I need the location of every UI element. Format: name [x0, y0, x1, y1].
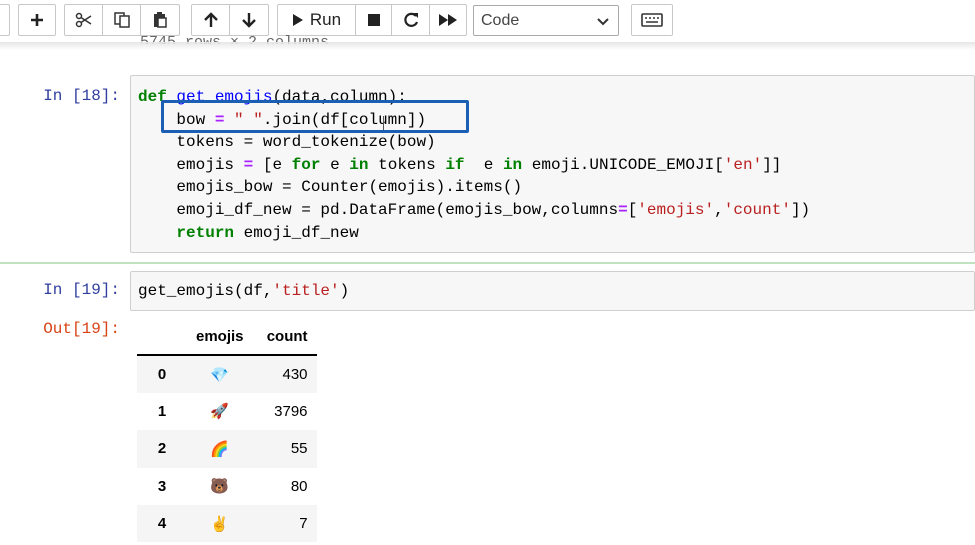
count-cell: 430: [282, 366, 308, 384]
input-prompt-18: In [18]:: [43, 87, 120, 105]
code-token: in: [349, 155, 369, 174]
count-cell: 3796: [274, 402, 308, 420]
table-header-row: emojis count: [137, 318, 317, 357]
play-icon: [292, 14, 303, 26]
code-token: 'count': [723, 200, 791, 219]
text-cursor: [383, 116, 384, 130]
code-token: (df,: [234, 282, 273, 300]
code-token: 'emojis': [637, 200, 715, 219]
row-index: 1: [157, 402, 167, 420]
code-token: emoji_df_new = pd.DataFrame(emojis_bow,c…: [176, 200, 619, 219]
edit-button-group: [64, 4, 180, 36]
cell-type-value: Code: [481, 11, 520, 29]
code-token: =: [618, 200, 628, 219]
toolbar-left-stub[interactable]: [0, 4, 10, 36]
command-palette-button[interactable]: [631, 4, 673, 36]
code-line: tokens = word_tokenize(bow): [176, 133, 436, 152]
move-button-group: [191, 4, 269, 36]
column-header: emojis: [187, 318, 253, 357]
arrow-down-icon: [242, 13, 256, 28]
code-token: if: [445, 155, 465, 174]
toolbar-shadow: [0, 42, 975, 50]
column-header: [137, 318, 187, 357]
code-token: [e: [262, 155, 283, 174]
table-row: 1 🚀 3796: [137, 393, 317, 430]
row-index: 4: [157, 515, 167, 533]
output-prompt-19: Out[19]:: [43, 320, 120, 338]
row-index: 3: [157, 477, 167, 495]
paste-icon: [154, 12, 167, 28]
cut-button[interactable]: [65, 5, 103, 35]
table-row: 0 💎 430: [137, 355, 317, 393]
column-header: count: [252, 318, 317, 357]
run-all-button[interactable]: [430, 5, 466, 35]
cell-divider: [0, 262, 975, 264]
code-token: emoji_df_new: [243, 223, 359, 242]
code-token: emojis: [176, 155, 235, 174]
fast-forward-icon: [439, 14, 457, 26]
run-button-group: Run: [277, 4, 467, 36]
code-token: in: [502, 155, 523, 174]
arrow-up-icon: [203, 12, 218, 27]
run-button[interactable]: Run: [278, 5, 356, 35]
table-row: 2 🌈 55: [137, 430, 317, 468]
code-token: for: [291, 155, 321, 174]
code-token: ): [339, 282, 350, 300]
emoji-cell: 🌈: [210, 440, 230, 458]
interrupt-button[interactable]: [356, 5, 392, 35]
dataframe-output: emojis count 0 💎 430 1 🚀 3796 2 🌈 55 3 🐻…: [137, 318, 317, 543]
scissors-icon: [75, 12, 91, 28]
run-label: Run: [309, 10, 342, 29]
emoji-cell: 🚀: [210, 403, 230, 421]
count-cell: 80: [290, 477, 308, 495]
input-prompt-19: In [19]:: [43, 281, 120, 299]
code-editor-19[interactable]: get_emojis(df,'title'): [131, 272, 974, 303]
paste-button[interactable]: [141, 5, 179, 35]
code-token: 'title': [272, 282, 340, 300]
restart-button[interactable]: [392, 5, 430, 35]
keyboard-icon: [641, 13, 663, 27]
emoji-cell: 🐻: [210, 478, 230, 496]
code-token: [: [627, 200, 638, 219]
code-token: get_emojis: [138, 282, 235, 300]
code-token: tokens: [378, 155, 436, 174]
code-token: emoji.UNICODE_EMOJI[: [531, 155, 724, 174]
table-row: 3 🐻 80: [137, 468, 317, 505]
code-line: emojis_bow = Counter(emojis).items(): [176, 178, 523, 197]
table-row: 4 ✌ 7: [137, 504, 317, 543]
row-index: 2: [157, 440, 167, 458]
copy-icon: [113, 12, 130, 28]
count-cell: 7: [299, 515, 308, 533]
code-token: ]): [790, 200, 811, 219]
count-cell: 55: [290, 440, 308, 458]
copy-button[interactable]: [103, 5, 141, 35]
stop-icon: [367, 14, 380, 26]
code-cell-19[interactable]: get_emojis(df,'title'): [130, 271, 975, 311]
move-up-button[interactable]: [192, 5, 230, 35]
cell-type-select[interactable]: Code: [473, 5, 619, 36]
code-token: ]]: [762, 155, 782, 174]
code-token: e: [330, 155, 340, 174]
code-token: e: [483, 155, 494, 174]
code-token: 'en': [723, 155, 763, 174]
restart-icon: [403, 12, 418, 27]
emoji-cell: ✌: [210, 515, 230, 533]
code-token: ,: [714, 200, 724, 219]
highlight-annotation: [161, 100, 469, 133]
plus-icon: [31, 14, 43, 26]
code-token: return: [176, 223, 235, 242]
row-index: 0: [157, 366, 167, 384]
insert-cell-button[interactable]: [18, 4, 56, 36]
emoji-cell: 💎: [210, 366, 230, 384]
move-down-button[interactable]: [230, 5, 268, 35]
chevron-down-icon: [597, 18, 609, 26]
